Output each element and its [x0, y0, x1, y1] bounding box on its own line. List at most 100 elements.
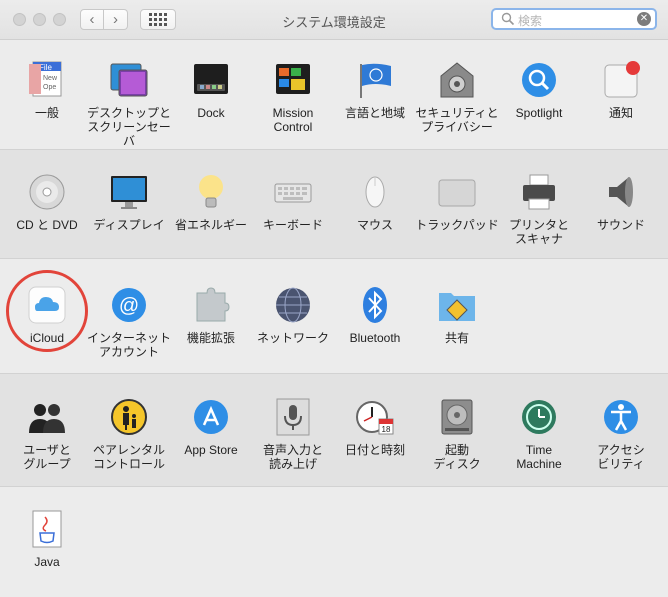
pref-java[interactable]: Java — [5, 509, 89, 569]
svg-text:Ope: Ope — [43, 84, 56, 91]
pref-dock[interactable]: Dock — [169, 60, 253, 120]
pref-parental-controls[interactable]: ペアレンタル コントロール — [87, 397, 171, 471]
sound-icon — [601, 172, 641, 212]
pref-sharing[interactable]: 共有 — [415, 285, 499, 345]
pref-spotlight[interactable]: Spotlight — [497, 60, 581, 120]
mouse-icon — [355, 172, 395, 212]
internet-accounts-icon: @ — [109, 285, 149, 325]
pref-label: 一般 — [34, 106, 59, 120]
pref-label: トラックパッド — [415, 218, 499, 232]
pref-startup-disk[interactable]: 起動 ディスク — [415, 397, 499, 471]
search-field[interactable]: 検索 ✕ — [491, 8, 657, 30]
pref-app-store[interactable]: App Store — [169, 397, 253, 457]
pref-label: Java — [34, 555, 60, 569]
language-region-icon — [355, 60, 395, 100]
sharing-icon — [437, 285, 477, 325]
pref-internet-accounts[interactable]: @ インターネット アカウント — [87, 285, 171, 359]
pref-display[interactable]: ディスプレイ — [87, 172, 171, 232]
pref-mouse[interactable]: マウス — [333, 172, 417, 232]
pref-desktop-screensaver[interactable]: デスクトップと スクリーンセーバ — [87, 60, 171, 148]
security-privacy-icon — [437, 60, 477, 100]
pref-label: 通知 — [608, 106, 633, 120]
pref-mission-control[interactable]: Mission Control — [251, 60, 335, 134]
svg-text:File: File — [39, 63, 52, 72]
title-bar: ‹ › システム環境設定 検索 ✕ — [0, 0, 668, 40]
pref-language-region[interactable]: 言語と地域 — [333, 60, 417, 120]
pref-label: 機能拡張 — [186, 331, 235, 345]
svg-text:18: 18 — [382, 425, 391, 434]
pref-label: ディスプレイ — [93, 218, 165, 232]
pref-label: 音声入力と 読み上げ — [262, 443, 323, 471]
pref-label: CD と DVD — [16, 218, 78, 232]
date-time-icon: 18 — [355, 397, 395, 437]
pref-label: 言語と地域 — [344, 106, 405, 120]
pref-accessibility[interactable]: アクセシ ビリティ — [579, 397, 663, 471]
notifications-icon — [601, 60, 641, 100]
pref-label: 起動 ディスク — [433, 443, 481, 471]
pref-users-groups[interactable]: ユーザと グループ — [5, 397, 89, 471]
pref-label: インターネット アカウント — [87, 331, 172, 359]
java-icon — [27, 509, 67, 549]
parental-controls-icon — [109, 397, 149, 437]
pref-label: 日付と時刻 — [344, 443, 405, 457]
accessibility-icon — [601, 397, 641, 437]
desktop-screensaver-icon — [109, 60, 149, 100]
pref-label: ユーザと グループ — [23, 443, 71, 471]
spotlight-icon — [519, 60, 559, 100]
pref-network[interactable]: ネットワーク — [251, 285, 335, 345]
pref-label: マウス — [356, 218, 393, 232]
dictation-speech-icon — [273, 397, 313, 437]
svg-text:@: @ — [119, 295, 139, 317]
pref-label: Mission Control — [272, 106, 314, 134]
cd-dvd-icon — [27, 172, 67, 212]
startup-disk-icon — [437, 397, 477, 437]
general-icon: File New Ope — [27, 60, 67, 100]
trackpad-icon — [437, 172, 477, 212]
energy-saver-icon — [191, 172, 231, 212]
users-groups-icon — [27, 397, 67, 437]
pref-label: App Store — [184, 443, 238, 457]
app-store-icon — [191, 397, 231, 437]
bluetooth-icon — [355, 285, 395, 325]
pref-trackpad[interactable]: トラックパッド — [415, 172, 499, 232]
pref-security-privacy[interactable]: セキュリティと プライバシー — [415, 60, 499, 134]
dock-icon — [191, 60, 231, 100]
pref-bluetooth[interactable]: Bluetooth — [333, 285, 417, 345]
pref-general[interactable]: File New Ope 一般 — [5, 60, 89, 120]
pref-time-machine[interactable]: Time Machine — [497, 397, 581, 471]
pref-label: Bluetooth — [349, 331, 401, 345]
svg-text:New: New — [43, 75, 58, 82]
pref-sound[interactable]: サウンド — [579, 172, 663, 232]
pref-date-time[interactable]: 18 日付と時刻 — [333, 397, 417, 457]
system-preferences-window: ‹ › システム環境設定 検索 ✕ File New Ope 一般 デスクトップ… — [0, 0, 668, 597]
section-other — [0, 487, 668, 597]
pref-label: セキュリティと プライバシー — [415, 106, 499, 134]
pref-keyboard[interactable]: キーボード — [251, 172, 335, 232]
pref-label: Spotlight — [515, 106, 563, 120]
pref-energy-saver[interactable]: 省エネルギー — [169, 172, 253, 232]
pref-extensions[interactable]: 機能拡張 — [169, 285, 253, 345]
pref-dictation-speech[interactable]: 音声入力と 読み上げ — [251, 397, 335, 471]
pref-label: Dock — [197, 106, 225, 120]
pref-label: ネットワーク — [256, 331, 329, 345]
pref-label: ペアレンタル コントロール — [92, 443, 165, 471]
pref-label: キーボード — [262, 218, 323, 232]
time-machine-icon — [519, 397, 559, 437]
pref-printers-scanners[interactable]: プリンタと スキャナ — [497, 172, 581, 246]
pref-label: プリンタと スキャナ — [508, 218, 569, 246]
highlight-circle — [6, 270, 88, 352]
clear-search-icon[interactable]: ✕ — [637, 12, 651, 26]
pref-label: Time Machine — [516, 443, 562, 471]
extensions-icon — [191, 285, 231, 325]
network-icon — [273, 285, 313, 325]
search-icon — [501, 12, 515, 26]
pref-cd-dvd[interactable]: CD と DVD — [5, 172, 89, 232]
printer-scanner-icon — [519, 172, 559, 212]
pref-label: アクセシ ビリティ — [597, 443, 645, 471]
pref-label: 共有 — [444, 331, 469, 345]
keyboard-icon — [273, 172, 313, 212]
pref-notifications[interactable]: 通知 — [579, 60, 663, 120]
mission-control-icon — [273, 60, 313, 100]
display-icon — [109, 172, 149, 212]
pref-label: デスクトップと スクリーンセーバ — [87, 106, 172, 148]
